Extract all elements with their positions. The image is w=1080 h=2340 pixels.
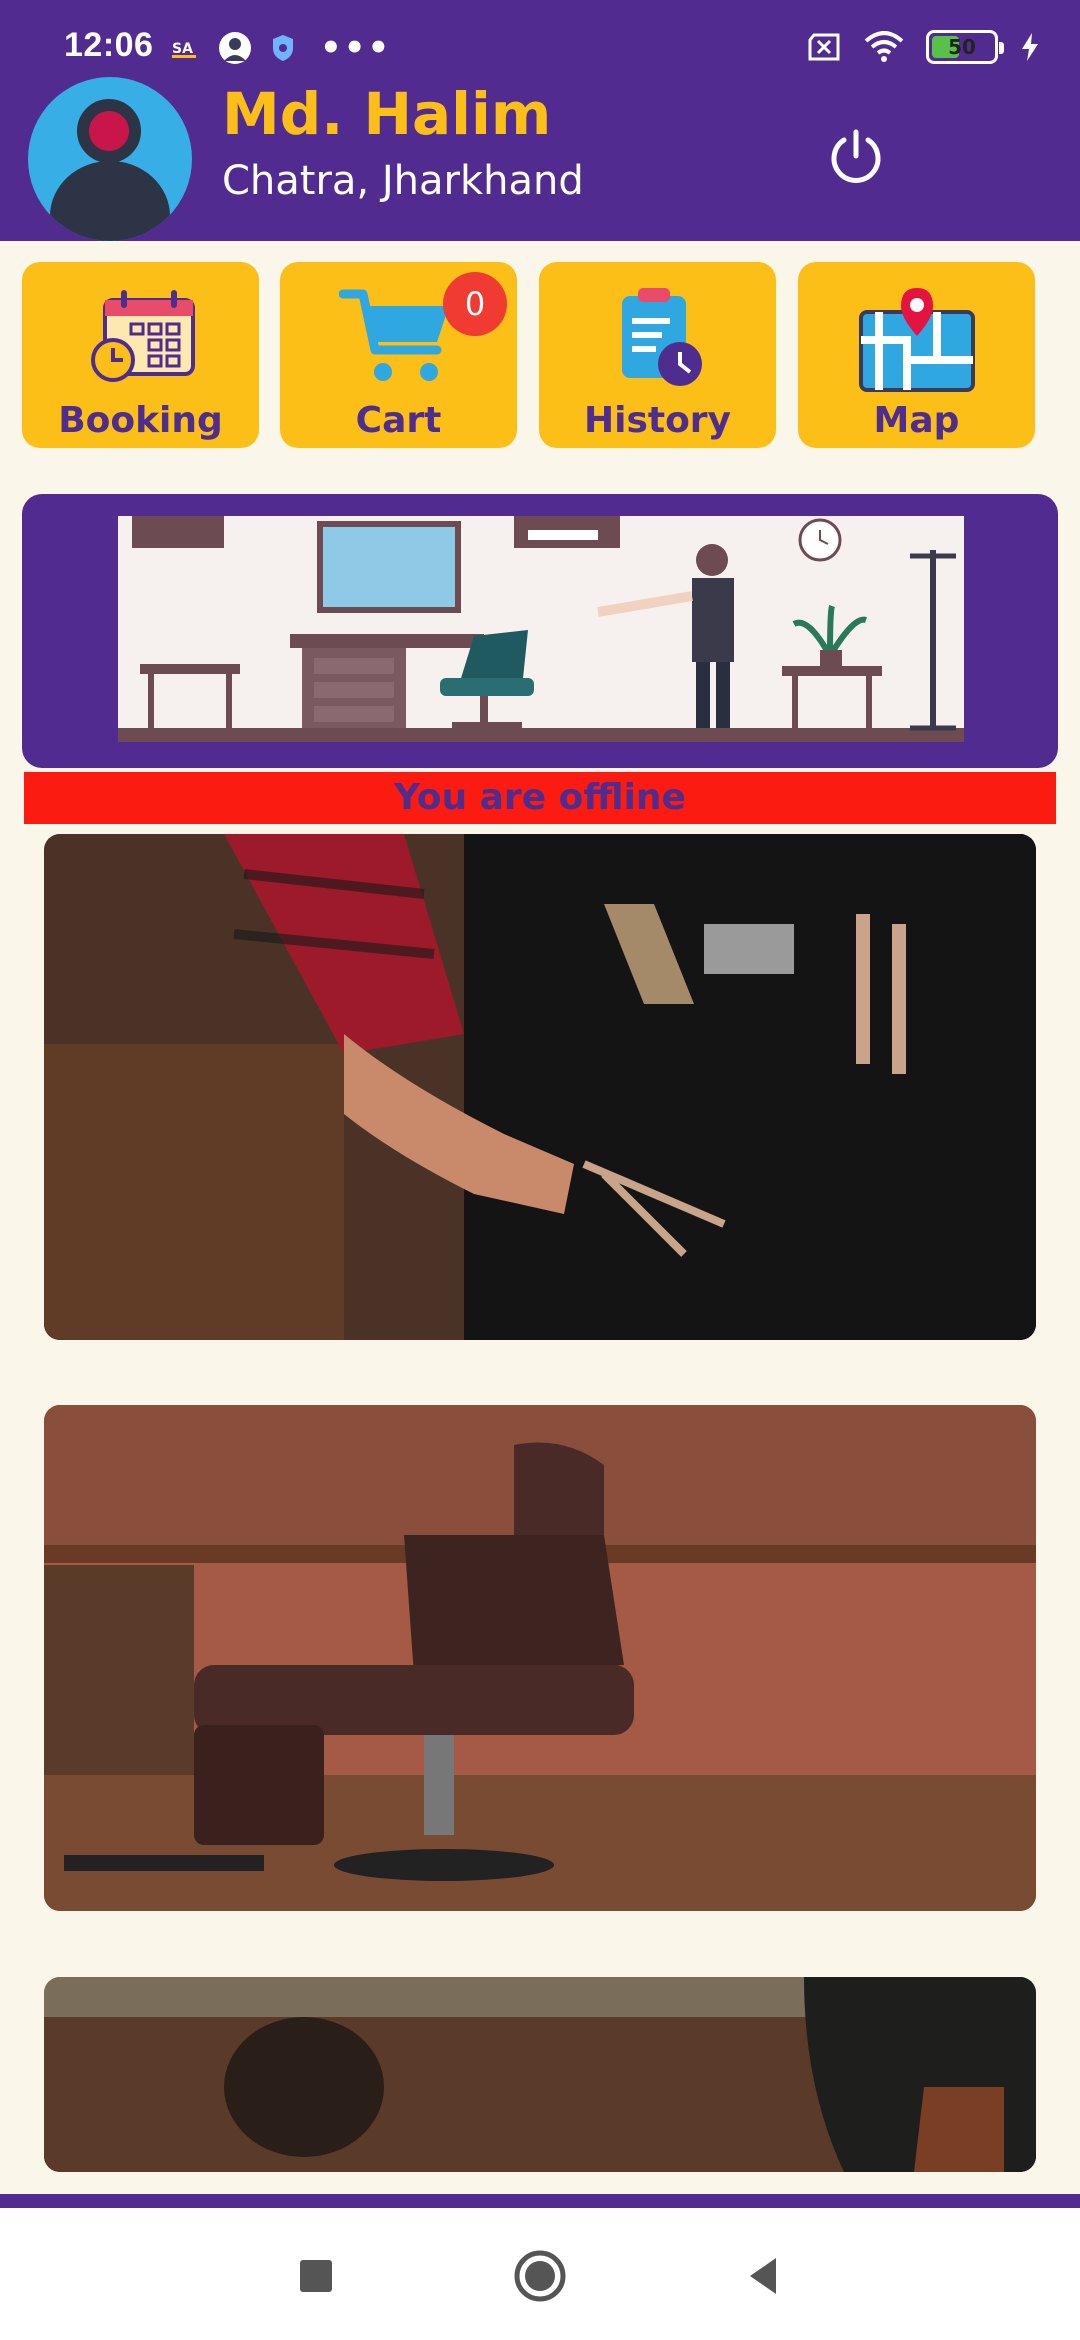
power-icon[interactable] bbox=[826, 126, 886, 186]
chair-photo-svg bbox=[44, 1405, 1036, 1911]
barber-shop-illustration bbox=[118, 516, 964, 742]
cart-icon bbox=[338, 289, 449, 381]
booking-tile[interactable]: Booking bbox=[22, 262, 259, 448]
status-left-icons: SA ••• bbox=[170, 28, 391, 68]
system-nav-bar bbox=[0, 2208, 1080, 2340]
barber-with-scissors-photo[interactable] bbox=[44, 834, 1036, 1340]
barber-chair-photo[interactable] bbox=[44, 1405, 1036, 1911]
clipboard-clock-icon bbox=[621, 288, 702, 386]
wifi-icon bbox=[864, 31, 904, 62]
map-label: Map bbox=[873, 400, 960, 441]
back-button[interactable] bbox=[736, 2248, 792, 2304]
barber-photo-svg bbox=[44, 834, 1036, 1340]
svg-text:SA: SA bbox=[172, 41, 193, 57]
avatar-status-icon bbox=[219, 32, 251, 64]
status-time: 12:06 bbox=[64, 26, 154, 64]
offline-banner: You are offline bbox=[24, 772, 1056, 824]
app-header: 12:06 SA ••• 50 Md. Halim Chatra, Jharkh… bbox=[0, 0, 1080, 241]
shield-status-icon bbox=[273, 35, 293, 61]
home-button[interactable] bbox=[512, 2248, 568, 2304]
calendar-clock-icon bbox=[90, 290, 195, 382]
history-tile[interactable]: History bbox=[539, 262, 776, 448]
status-more-dots: ••• bbox=[320, 28, 392, 68]
avatar-body bbox=[50, 161, 170, 241]
user-avatar[interactable] bbox=[28, 77, 192, 241]
barber-illustration-svg bbox=[118, 516, 964, 742]
sim-off-icon bbox=[808, 33, 840, 61]
battery-level: 50 bbox=[948, 35, 976, 59]
notification-icon: SA bbox=[172, 41, 196, 58]
bottom-accent-line bbox=[0, 2194, 1080, 2208]
status-right-icons: 50 bbox=[806, 30, 1040, 64]
quick-actions: Booking 0 Cart History Map bbox=[22, 262, 1038, 450]
cart-label: Cart bbox=[355, 400, 442, 441]
user-location: Chatra, Jharkhand bbox=[222, 158, 584, 204]
map-tile[interactable]: Map bbox=[798, 262, 1035, 448]
history-label: History bbox=[583, 400, 732, 441]
promo-banner[interactable] bbox=[22, 494, 1058, 768]
barber-shop-photo[interactable] bbox=[44, 1977, 1036, 2172]
avatar-head bbox=[77, 99, 141, 163]
cart-tile[interactable]: 0 Cart bbox=[280, 262, 517, 448]
user-name: Md. Halim bbox=[222, 80, 552, 148]
battery-icon: 50 bbox=[926, 30, 1004, 64]
booking-label: Booking bbox=[58, 400, 223, 441]
map-pin-icon bbox=[858, 288, 975, 392]
cart-badge: 0 bbox=[443, 272, 507, 336]
recents-button[interactable] bbox=[288, 2248, 344, 2304]
shop-photo-svg bbox=[44, 1977, 1036, 2172]
charging-icon bbox=[1022, 33, 1038, 61]
